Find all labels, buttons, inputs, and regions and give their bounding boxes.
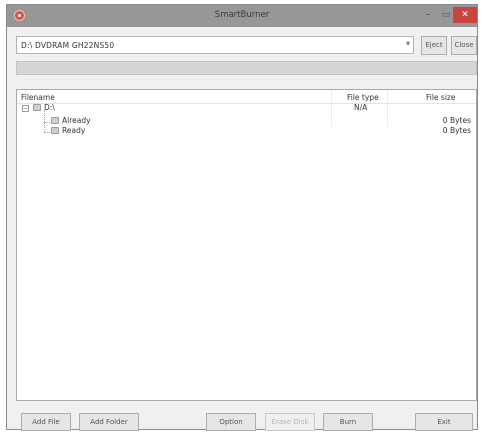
erase-disk-button[interactable]: Erase Disk xyxy=(265,413,315,431)
column-header-filename[interactable]: Filename xyxy=(21,93,55,102)
file-list-header: Filename File type File size xyxy=(17,90,476,104)
eject-button[interactable]: Eject xyxy=(421,36,447,55)
burn-progress-bar xyxy=(16,61,477,75)
burn-button[interactable]: Burn xyxy=(323,413,373,431)
option-button[interactable]: Option xyxy=(206,413,256,431)
file-size: 0 Bytes xyxy=(442,116,471,125)
chevron-down-icon[interactable]: ▾ xyxy=(406,39,410,48)
add-file-button[interactable]: Add File xyxy=(21,413,71,431)
folder-icon xyxy=(51,117,59,124)
exit-button[interactable]: Exit xyxy=(415,413,473,431)
close-window-button[interactable]: ✕ xyxy=(453,7,477,23)
list-item-drive[interactable]: − D:\ N/A xyxy=(17,103,476,113)
drive-icon xyxy=(33,104,41,111)
column-header-filetype[interactable]: File type xyxy=(347,93,379,102)
file-name: D:\ xyxy=(44,103,55,112)
file-name: Already xyxy=(62,116,91,125)
window-title: SmartBurner xyxy=(214,10,270,20)
file-type: N/A xyxy=(354,103,368,112)
app-window: SmartBurner – ▭ ✕ D:\ DVDRAM GH22NS50 ▾ … xyxy=(6,4,478,431)
column-header-filesize[interactable]: File size xyxy=(426,93,455,102)
list-item-folder[interactable]: Already 0 Bytes xyxy=(17,116,476,126)
collapse-icon[interactable]: − xyxy=(22,105,29,112)
drive-dropdown[interactable]: D:\ DVDRAM GH22NS50 ▾ xyxy=(16,36,414,54)
folder-icon xyxy=(51,127,59,134)
file-size: 0 Bytes xyxy=(442,126,471,135)
minimize-button[interactable]: – xyxy=(419,5,437,25)
title-bar[interactable]: SmartBurner – ▭ ✕ xyxy=(7,5,477,27)
close-tray-button[interactable]: Close xyxy=(451,36,477,55)
file-name: Ready xyxy=(62,126,86,135)
drive-selected-value: D:\ DVDRAM GH22NS50 xyxy=(21,41,115,50)
add-folder-button[interactable]: Add Folder xyxy=(79,413,139,431)
file-list[interactable]: Filename File type File size − D:\ N/A A… xyxy=(16,89,477,401)
list-item-folder[interactable]: Ready 0 Bytes xyxy=(17,126,476,136)
